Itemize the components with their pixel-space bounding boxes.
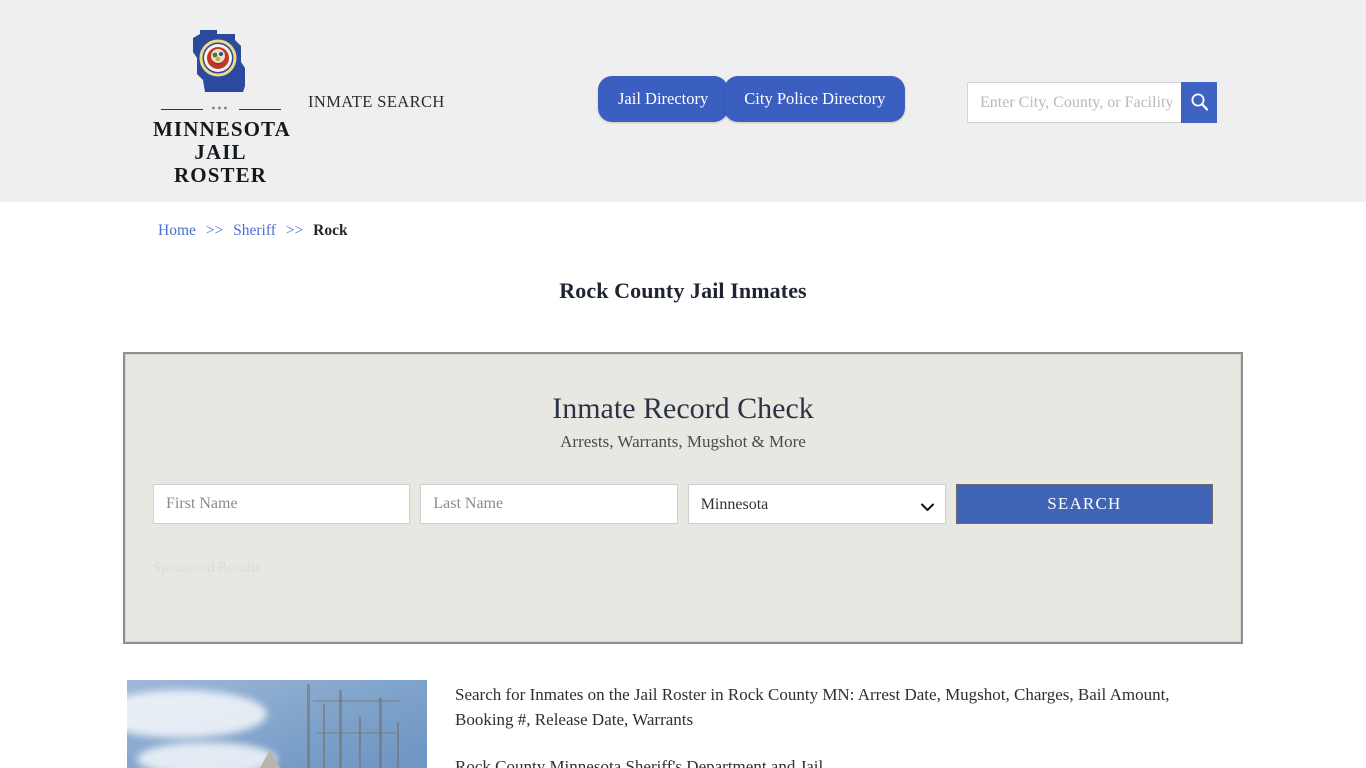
page-content: Home >> Sheriff >> Rock Rock County Jail…: [123, 202, 1243, 768]
last-name-input[interactable]: [420, 484, 678, 524]
nav-jail-directory[interactable]: Jail Directory: [598, 76, 729, 122]
breadcrumb-separator: >>: [205, 222, 224, 239]
breadcrumb-item-sheriff[interactable]: Sheriff: [233, 222, 276, 239]
panel-search-button[interactable]: SEARCH: [955, 484, 1213, 524]
site-header: *** MINNESOTA JAIL ROSTER INMATE SEARCH …: [0, 0, 1366, 202]
inmate-search-tagline[interactable]: INMATE SEARCH: [308, 92, 445, 112]
breadcrumb: Home >> Sheriff >> Rock: [158, 202, 1243, 240]
minnesota-state-outline-seal-logo: [183, 28, 259, 102]
page-title: Rock County Jail Inmates: [559, 278, 807, 303]
brand-name-line2: JAIL ROSTER: [174, 140, 267, 187]
first-name-input[interactable]: [153, 484, 411, 524]
panel-subtitle: Arrests, Warrants, Mugshot & More: [560, 432, 806, 451]
inmate-search-form: Minnesota SEARCH: [125, 484, 1241, 524]
header-search-button[interactable]: [1181, 82, 1217, 123]
breadcrumb-item-current: Rock: [313, 222, 348, 239]
nav-city-police-directory[interactable]: City Police Directory: [724, 76, 906, 122]
brand-divider: ***: [160, 106, 281, 114]
header-search-input[interactable]: [967, 82, 1217, 123]
state-select[interactable]: Minnesota: [687, 484, 946, 524]
search-icon: [1190, 92, 1209, 114]
lower-text-block: Search for Inmates on the Jail Roster in…: [427, 680, 1220, 768]
tower-graphic: [239, 750, 301, 768]
courthouse-tower-image: [127, 680, 427, 768]
sponsored-results-label: Sponsored Results: [153, 560, 261, 576]
panel-title: Inmate Record Check: [552, 392, 814, 425]
breadcrumb-item-home[interactable]: Home: [158, 222, 196, 239]
breadcrumb-separator: >>: [285, 222, 304, 239]
brand-logo-link[interactable]: *** MINNESOTA JAIL ROSTER: [153, 28, 291, 187]
state-select-wrapper: Minnesota: [687, 484, 946, 524]
primary-nav: Jail Directory City Police Directory: [598, 76, 906, 122]
brand-name-line1: MINNESOTA: [153, 117, 291, 141]
lower-content: Search for Inmates on the Jail Roster in…: [123, 680, 1243, 768]
description-paragraph-2: Rock County Minnesota Sheriff's Departme…: [455, 757, 824, 768]
inmate-record-check-panel: Inmate Record Check Arrests, Warrants, M…: [123, 352, 1243, 644]
description-paragraph-1: Search for Inmates on the Jail Roster in…: [455, 685, 1170, 729]
header-search: [967, 82, 1217, 123]
